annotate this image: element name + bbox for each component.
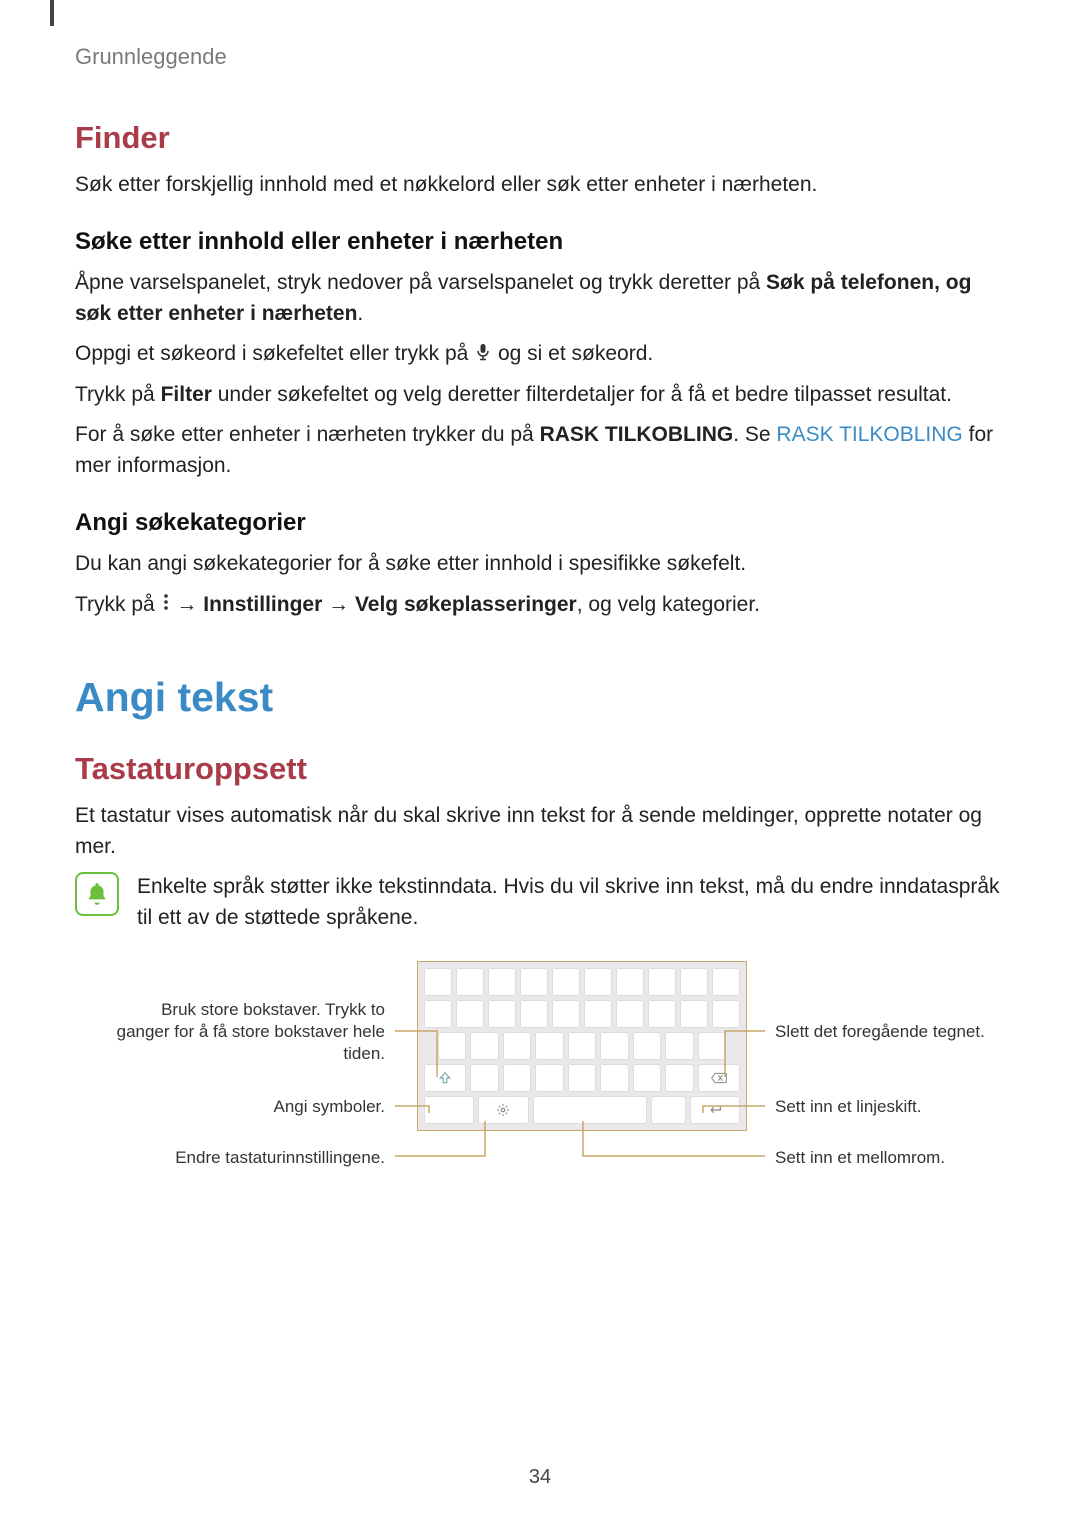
keyboard-key (470, 1032, 498, 1060)
text: . Se (733, 423, 776, 446)
microphone-icon (476, 340, 490, 370)
keyboard-key (456, 1000, 484, 1028)
space-key (533, 1096, 648, 1124)
keyboard-key (680, 968, 708, 996)
keyboard-key (503, 1032, 531, 1060)
symbols-key (424, 1096, 474, 1124)
callout-settings: Endre tastaturinnstillingene. (115, 1147, 385, 1169)
text: , og velg kategorier. (577, 593, 760, 616)
heading-search-categories: Angi søkekategorier (75, 509, 1010, 537)
text: Oppgi et søkeord i søkefeltet eller tryk… (75, 342, 474, 365)
section-tab-marker (50, 0, 54, 26)
heading-tastaturoppsett: Tastaturoppsett (75, 751, 1010, 787)
categories-p1: Du kan angi søkekategorier for å søke et… (75, 549, 1010, 579)
keyboard-key (456, 968, 484, 996)
breadcrumb: Grunnleggende (75, 44, 227, 69)
keyboard-key (584, 968, 612, 996)
note-block: Enkelte språk støtter ikke tekstinndata.… (75, 872, 1010, 933)
keyboard-key (488, 1000, 516, 1028)
text: under søkefeltet og velg deretter filter… (212, 383, 952, 406)
text: . (357, 302, 363, 325)
finder-p1: Åpne varselspanelet, stryk nedover på va… (75, 268, 1010, 329)
keyboard-key (438, 1032, 466, 1060)
delete-key (698, 1064, 740, 1092)
keyboard-key (568, 1032, 596, 1060)
keyboard-key (535, 1032, 563, 1060)
keyboard-key (680, 1000, 708, 1028)
keyboard-key (552, 1000, 580, 1028)
heading-angi-tekst: Angi tekst (75, 674, 1010, 721)
enter-icon (707, 1104, 723, 1116)
heading-search-content: Søke etter innhold eller enheter i nærhe… (75, 228, 1010, 256)
callout-symbols: Angi symboler. (115, 1096, 385, 1118)
keyboard-key (712, 1000, 740, 1028)
callout-caps: Bruk store bokstaver. Trykk to ganger fo… (115, 999, 385, 1065)
text: For å søke etter enheter i nærheten tryk… (75, 423, 540, 446)
heading-finder: Finder (75, 120, 1010, 156)
keyboard-key (552, 968, 580, 996)
finder-p3: Trykk på Filter under søkefeltet og velg… (75, 380, 1010, 410)
note-icon-box (75, 872, 119, 916)
keyboard-key (698, 1032, 726, 1060)
callout-space: Sett inn et mellomrom. (775, 1147, 1010, 1169)
keyboard-figure: Bruk store bokstaver. Trykk to ganger fo… (75, 961, 1010, 1241)
backspace-icon (711, 1072, 727, 1084)
keyboard-key (503, 1064, 532, 1092)
keyboard-key (648, 1000, 676, 1028)
keyboard-key (665, 1032, 693, 1060)
callout-enter: Sett inn et linjeskift. (775, 1096, 1010, 1118)
bold-text: Filter (161, 383, 212, 406)
text: → (322, 593, 355, 616)
text: Trykk på (75, 383, 161, 406)
keyboard-key (633, 1032, 661, 1060)
keyboard-key (600, 1064, 629, 1092)
keyboard-key (712, 968, 740, 996)
finder-p2: Oppgi et søkeord i søkefeltet eller tryk… (75, 339, 1010, 370)
keyboard-key (520, 968, 548, 996)
keyboard-illustration (417, 961, 747, 1131)
keyboard-key (616, 968, 644, 996)
enter-key (690, 1096, 740, 1124)
more-vertical-icon (163, 590, 169, 620)
keyboard-key (600, 1032, 628, 1060)
bell-icon (84, 881, 110, 907)
keyboard-key (616, 1000, 644, 1028)
text: Åpne varselspanelet, stryk nedover på va… (75, 271, 766, 294)
keyboard-key (535, 1064, 564, 1092)
finder-p4: For å søke etter enheter i nærheten tryk… (75, 420, 1010, 481)
shift-key (424, 1064, 466, 1092)
shift-icon (438, 1071, 452, 1085)
keyboard-key (648, 968, 676, 996)
page-number: 34 (0, 1466, 1080, 1489)
keyboard-key (470, 1064, 499, 1092)
text: → (171, 593, 204, 616)
note-text: Enkelte språk støtter ikke tekstinndata.… (137, 872, 1010, 933)
keyboard-key (424, 968, 452, 996)
finder-intro: Søk etter forskjellig innhold med et nøk… (75, 170, 1010, 200)
bold-text: Innstillinger (203, 593, 322, 616)
keyboard-key (665, 1064, 694, 1092)
tastatur-p1: Et tastatur vises automatisk når du skal… (75, 801, 1010, 862)
keyboard-key (568, 1064, 597, 1092)
keyboard-key (651, 1096, 685, 1124)
callout-delete: Slett det foregående tegnet. (775, 1021, 1010, 1043)
settings-key (478, 1096, 528, 1124)
keyboard-key (633, 1064, 662, 1092)
keyboard-key (488, 968, 516, 996)
keyboard-key (520, 1000, 548, 1028)
gear-icon (496, 1103, 510, 1117)
keyboard-key (584, 1000, 612, 1028)
bold-text: Velg søkeplasseringer (355, 593, 577, 616)
link-rask-tilkobling[interactable]: RASK TILKOBLING (776, 423, 962, 446)
categories-p2: Trykk på → Innstillinger → Velg søkeplas… (75, 590, 1010, 621)
bold-text: RASK TILKOBLING (540, 423, 734, 446)
keyboard-key (424, 1000, 452, 1028)
text: Trykk på (75, 593, 161, 616)
text: og si et søkeord. (492, 342, 653, 365)
